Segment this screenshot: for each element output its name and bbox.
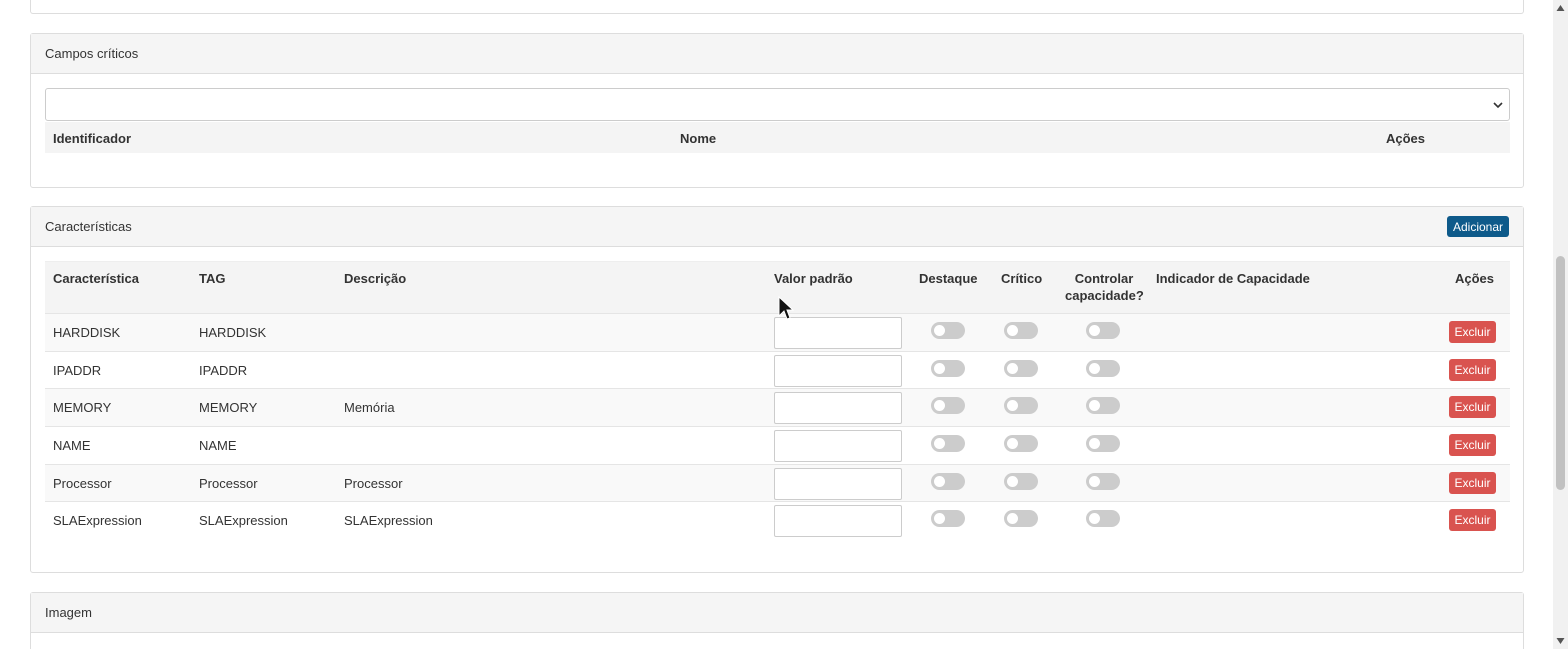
cell-descricao: SLAExpression [344, 513, 433, 529]
imagem-heading: Imagem [31, 593, 1523, 633]
cell-caracteristica: HARDDISK [53, 325, 121, 340]
valor-padrao-input[interactable] [774, 467, 902, 500]
critico-toggle[interactable] [1004, 359, 1038, 377]
cell-caracteristica: MEMORY [53, 400, 112, 416]
table-row: Processor Processor Processor Excluir [45, 463, 1510, 502]
cell-tag: Processor [199, 475, 258, 491]
page: Campos críticos Identificador Nome Ações… [0, 0, 1568, 649]
table-row: IPADDR IPADDR Excluir [45, 350, 1510, 389]
destaque-toggle[interactable] [931, 359, 965, 377]
valor-padrao-input[interactable] [774, 354, 902, 387]
excluir-button[interactable]: Excluir [1449, 358, 1496, 381]
imagem-title: Imagem [45, 605, 92, 620]
col-critico: Crítico [1001, 271, 1043, 286]
table-row: NAME NAME Excluir [45, 426, 1510, 464]
critico-toggle[interactable] [1004, 472, 1038, 490]
table-row: SLAExpression SLAExpression SLAExpressio… [45, 501, 1510, 539]
controlar-capacidade-toggle[interactable] [1086, 397, 1120, 415]
cell-tag: NAME [199, 438, 237, 454]
controlar-capacidade-toggle[interactable] [1086, 472, 1120, 490]
col-caracteristica: Característica [53, 271, 139, 286]
campos-criticos-title: Campos críticos [45, 46, 139, 61]
excluir-button[interactable]: Excluir [1449, 396, 1496, 419]
col-controlar-line2: capacidade? [1065, 288, 1144, 303]
col-indicador-capacidade: Indicador de Capacidade [1156, 271, 1310, 286]
caracteristicas-heading: Características Adicionar [31, 207, 1523, 247]
col-controlar-capacidade: Controlar capacidade? [1065, 270, 1144, 304]
destaque-toggle[interactable] [931, 510, 965, 528]
cell-tag: MEMORY [199, 400, 258, 416]
caracteristicas-panel: Características Adicionar Característica… [30, 206, 1524, 573]
imagem-panel: Imagem [30, 592, 1524, 649]
critico-toggle[interactable] [1004, 510, 1038, 528]
col-destaque: Destaque [919, 271, 978, 286]
col-tag: TAG [199, 271, 226, 286]
add-caracteristica-button[interactable]: Adicionar [1446, 216, 1509, 237]
col-nome: Nome [680, 131, 717, 146]
scroll-thumb[interactable] [1556, 256, 1565, 490]
table-row: MEMORY MEMORY Memória Excluir [45, 388, 1510, 427]
cell-tag: HARDDISK [199, 325, 267, 340]
campos-criticos-select[interactable] [45, 88, 1510, 121]
campos-criticos-panel: Campos críticos Identificador Nome Ações [30, 33, 1524, 188]
scroll-up-arrow-icon[interactable] [1556, 4, 1565, 12]
chevron-down-icon [1493, 102, 1503, 109]
destaque-toggle[interactable] [931, 435, 965, 453]
cell-caracteristica: NAME [53, 438, 91, 454]
destaque-toggle[interactable] [931, 472, 965, 490]
controlar-capacidade-toggle[interactable] [1086, 359, 1120, 377]
col-acoes: Ações [1455, 271, 1495, 286]
critico-toggle[interactable] [1004, 322, 1038, 339]
mouse-cursor-icon [778, 296, 794, 320]
col-controlar-line1: Controlar [1074, 271, 1134, 286]
cell-caracteristica: Processor [53, 475, 112, 491]
vertical-scrollbar[interactable] [1553, 0, 1568, 649]
campos-criticos-table-header: Identificador Nome Ações [45, 122, 1510, 153]
cell-descricao: Processor [344, 475, 403, 491]
critico-toggle[interactable] [1004, 397, 1038, 415]
controlar-capacidade-toggle[interactable] [1086, 510, 1120, 528]
excluir-button[interactable]: Excluir [1449, 434, 1496, 457]
cell-tag: IPADDR [199, 362, 248, 378]
scroll-down-arrow-icon[interactable] [1556, 637, 1565, 645]
previous-panel [30, 0, 1524, 14]
excluir-button[interactable]: Excluir [1449, 471, 1496, 494]
excluir-button[interactable]: Excluir [1449, 321, 1496, 343]
excluir-button[interactable]: Excluir [1449, 509, 1496, 532]
col-acoes: Ações [1386, 131, 1426, 146]
col-valor-padrao: Valor padrão [774, 271, 853, 286]
controlar-capacidade-toggle[interactable] [1086, 435, 1120, 453]
cell-caracteristica: SLAExpression [53, 513, 142, 529]
caracteristicas-title: Características [45, 219, 132, 234]
cell-tag: SLAExpression [199, 513, 288, 529]
col-identificador: Identificador [53, 131, 132, 146]
cell-caracteristica: IPADDR [53, 362, 102, 378]
controlar-capacidade-toggle[interactable] [1086, 322, 1120, 339]
destaque-toggle[interactable] [931, 322, 965, 339]
destaque-toggle[interactable] [931, 397, 965, 415]
valor-padrao-input[interactable] [774, 392, 902, 425]
valor-padrao-input[interactable] [774, 505, 902, 538]
col-descricao: Descrição [344, 271, 407, 286]
critico-toggle[interactable] [1004, 435, 1038, 453]
valor-padrao-input[interactable] [774, 430, 902, 463]
cell-descricao: Memória [344, 400, 395, 416]
campos-criticos-heading: Campos críticos [31, 34, 1523, 74]
